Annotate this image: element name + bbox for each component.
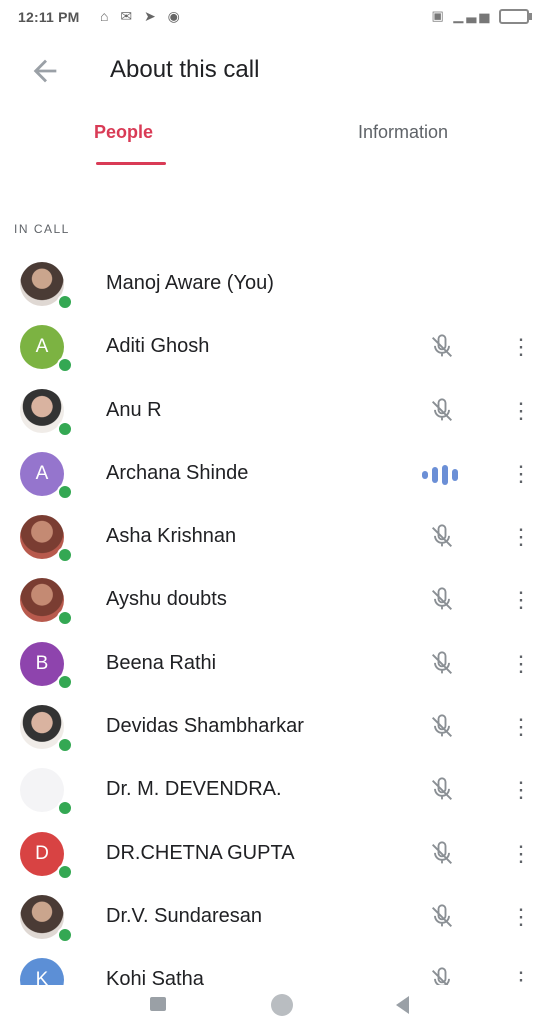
- more-options-icon[interactable]: ⋮: [510, 396, 532, 426]
- status-time: 12:11 PM: [18, 9, 80, 25]
- tab-indicator: [96, 162, 166, 165]
- battery-icon: [499, 9, 532, 25]
- navigation-bar: [0, 985, 543, 1027]
- online-status-dot: [57, 737, 73, 754]
- back-button[interactable]: [396, 996, 409, 1014]
- mic-off-icon: [428, 523, 456, 551]
- more-options-icon[interactable]: ⋮: [510, 839, 532, 869]
- tab-bar: People Information: [0, 110, 543, 170]
- app-bar: About this call: [0, 40, 543, 100]
- participant-row[interactable]: Anu R ⋮: [0, 379, 543, 442]
- home-button[interactable]: [271, 994, 293, 1016]
- participant-name: Manoj Aware (You): [106, 272, 274, 294]
- online-status-dot: [57, 673, 73, 690]
- speaking-indicator-icon: [422, 464, 466, 485]
- more-options-icon[interactable]: ⋮: [510, 649, 532, 679]
- more-options-icon[interactable]: ⋮: [510, 712, 532, 742]
- recents-button[interactable]: [150, 997, 166, 1011]
- participant-row[interactable]: Manoj Aware (You): [0, 252, 543, 315]
- more-options-icon[interactable]: ⋮: [510, 459, 532, 489]
- participant-name: Devidas Shambharkar: [106, 715, 304, 738]
- participant-row[interactable]: Dr. M. DEVENDRA. ⋮: [0, 758, 543, 821]
- online-status-dot: [57, 547, 73, 564]
- more-options-icon[interactable]: ⋮: [510, 332, 532, 362]
- more-options-icon[interactable]: ⋮: [510, 775, 532, 805]
- participant-row[interactable]: Dr.V. Sundaresan ⋮: [0, 885, 543, 948]
- tab-information[interactable]: Information: [358, 122, 448, 143]
- participant-name: Anu R: [106, 398, 162, 421]
- more-options-icon[interactable]: ⋮: [510, 522, 532, 552]
- page-title: About this call: [110, 56, 260, 83]
- mic-off-icon: [428, 397, 456, 425]
- tab-people[interactable]: People: [94, 122, 153, 143]
- online-status-dot: [57, 294, 73, 310]
- online-status-dot: [57, 483, 73, 500]
- mic-off-icon: [428, 903, 456, 931]
- signal-icon: ▣ ▁▃▅: [431, 8, 493, 23]
- participant-row[interactable]: D DR.CHETNA GUPTA ⋮: [0, 822, 543, 885]
- participant-name: Dr. M. DEVENDRA.: [106, 778, 282, 801]
- participant-name: Beena Rathi: [106, 651, 217, 674]
- participant-row[interactable]: B Beena Rathi ⋮: [0, 632, 543, 695]
- status-bar: 12:11 PM ⌂ ✉ ➤ ◉ ▣ ▁▃▅: [0, 0, 543, 40]
- back-arrow-icon[interactable]: [28, 54, 62, 88]
- participant-name: DR.CHETNA GUPTA: [106, 841, 295, 864]
- notification-icons: ⌂ ✉ ➤ ◉: [100, 8, 184, 24]
- online-status-dot: [57, 610, 73, 627]
- participant-name: Aditi Ghosh: [106, 335, 210, 358]
- system-icons: ▣ ▁▃▅: [431, 8, 532, 25]
- participant-row[interactable]: Asha Krishnan ⋮: [0, 505, 543, 568]
- online-status-dot: [57, 926, 73, 943]
- mic-off-icon: [428, 840, 456, 868]
- online-status-dot: [57, 863, 73, 880]
- participant-name: Dr.V. Sundaresan: [106, 904, 263, 927]
- participant-name: Asha Krishnan: [106, 525, 237, 548]
- mic-off-icon: [428, 586, 456, 614]
- participant-row[interactable]: A Aditi Ghosh ⋮: [0, 315, 543, 378]
- section-label: IN CALL: [14, 222, 70, 236]
- mic-off-icon: [428, 776, 456, 804]
- mic-off-icon: [428, 713, 456, 741]
- participant-row[interactable]: Ayshu doubts ⋮: [0, 568, 543, 631]
- participant-list: Manoj Aware (You) A Aditi Ghosh ⋮ Anu R ⋮ A Arc…: [0, 252, 543, 1012]
- participant-name: Ayshu doubts: [106, 588, 227, 611]
- participant-row[interactable]: A Archana Shinde ⋮: [0, 442, 543, 505]
- online-status-dot: [57, 357, 73, 374]
- participant-row[interactable]: Devidas Shambharkar ⋮: [0, 695, 543, 758]
- mic-off-icon: [428, 333, 456, 361]
- online-status-dot: [57, 800, 73, 817]
- mic-off-icon: [428, 650, 456, 678]
- more-options-icon[interactable]: ⋮: [510, 585, 532, 615]
- participant-name: Archana Shinde: [106, 461, 249, 484]
- online-status-dot: [57, 420, 73, 437]
- more-options-icon[interactable]: ⋮: [510, 902, 532, 932]
